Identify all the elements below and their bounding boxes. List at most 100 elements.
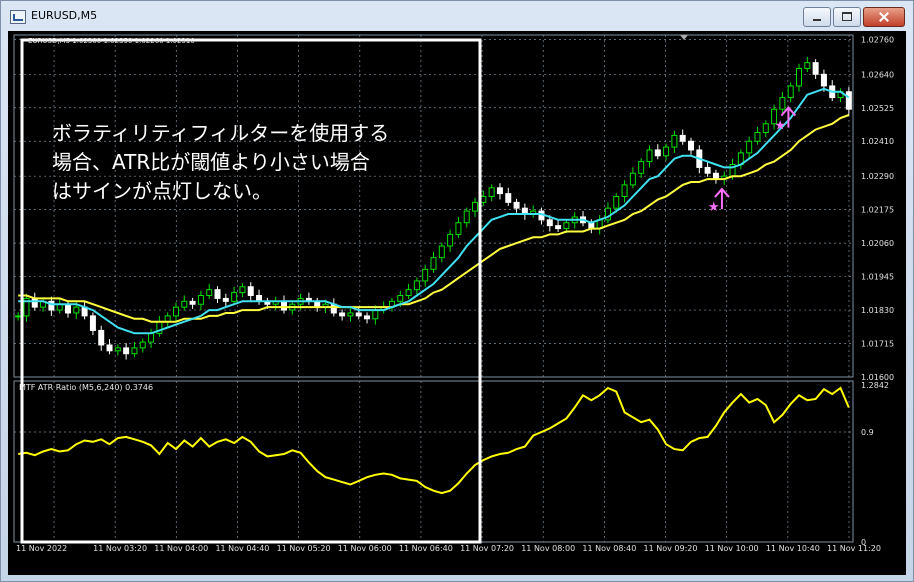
candle-body bbox=[364, 315, 371, 320]
y-tick-label: 1.02060 bbox=[861, 239, 894, 248]
candle-body bbox=[280, 300, 287, 311]
candle-body bbox=[447, 233, 454, 247]
candle-body bbox=[629, 172, 636, 186]
candle-body bbox=[679, 134, 686, 142]
x-tick-label: 11 Nov 07:20 bbox=[460, 544, 514, 553]
symbol-info-line: EURUSD,M5 1.02300 1.02350 1.02260 1.0231… bbox=[28, 37, 195, 45]
candle-body bbox=[663, 146, 670, 157]
candle-body bbox=[397, 295, 404, 302]
maximize-button[interactable] bbox=[833, 7, 861, 27]
y-tick-label: 1.02410 bbox=[861, 137, 894, 146]
price-chart[interactable]: 11 Nov 2022 11 Nov 03:20 11 Nov 04:00 11 No… bbox=[8, 31, 906, 575]
x-tick-label: 11 Nov 10:40 bbox=[766, 544, 820, 553]
candle-body bbox=[114, 347, 121, 352]
candle-body bbox=[347, 312, 354, 317]
candle-body bbox=[480, 196, 487, 203]
candle-body bbox=[555, 225, 562, 230]
x-tick-label: 11 Nov 04:00 bbox=[154, 544, 208, 553]
candle-body bbox=[688, 140, 695, 151]
candle-body bbox=[505, 193, 512, 203]
candle-body bbox=[820, 73, 827, 87]
candle-body bbox=[31, 297, 38, 308]
chart-app-icon bbox=[10, 10, 26, 24]
x-tick-label: 11 Nov 08:00 bbox=[521, 544, 575, 553]
candle-body bbox=[355, 312, 362, 317]
candle-body bbox=[438, 245, 445, 259]
candle-body bbox=[89, 315, 96, 331]
candle-body bbox=[463, 210, 470, 224]
y-tick-label: 1.02290 bbox=[861, 172, 894, 181]
sub-y-tick-label: 0.9 bbox=[861, 428, 874, 437]
x-tick-label: 11 Nov 08:40 bbox=[582, 544, 636, 553]
minimize-button[interactable] bbox=[803, 7, 831, 27]
candle-body bbox=[181, 300, 188, 308]
candle-body bbox=[231, 292, 238, 302]
candle-body bbox=[106, 344, 113, 352]
main-plot-frame bbox=[13, 34, 854, 378]
candle-body bbox=[98, 329, 105, 346]
chart-area[interactable]: 11 Nov 2022 11 Nov 03:20 11 Nov 04:00 11 No… bbox=[8, 31, 906, 575]
x-tick-label: 11 Nov 2022 bbox=[16, 544, 67, 553]
candle-body bbox=[546, 219, 553, 227]
candle-body bbox=[422, 268, 429, 282]
candle-body bbox=[455, 222, 462, 235]
candle-body bbox=[131, 347, 138, 355]
candle-body bbox=[73, 306, 80, 314]
candle-body bbox=[239, 286, 246, 294]
candle-body bbox=[654, 149, 661, 157]
star-icon: ★ bbox=[708, 200, 720, 215]
annotation-text: ボラティリティフィルターを使用する 場合、ATR比が閾値より小さい場合 はサイン… bbox=[52, 121, 390, 203]
candle-body bbox=[845, 91, 852, 110]
candle-body bbox=[148, 332, 155, 343]
close-button[interactable] bbox=[863, 7, 905, 27]
y-tick-label: 1.02640 bbox=[861, 70, 894, 79]
candle-body bbox=[430, 257, 437, 270]
x-tick-label: 11 Nov 04:40 bbox=[215, 544, 269, 553]
candle-body bbox=[339, 312, 346, 317]
y-tick-label: 1.01715 bbox=[861, 340, 894, 349]
candle-body bbox=[64, 303, 71, 314]
window-title: EURUSD,M5 bbox=[31, 9, 98, 22]
y-tick-label: 1.02760 bbox=[861, 35, 894, 44]
candle-body bbox=[372, 309, 379, 320]
candle-body bbox=[214, 289, 221, 299]
x-tick-label: 11 Nov 10:00 bbox=[705, 544, 759, 553]
atr-ratio-line bbox=[18, 386, 850, 495]
candle-body bbox=[405, 289, 412, 297]
x-tick-label: 11 Nov 03:20 bbox=[93, 544, 147, 553]
candle-body bbox=[746, 140, 753, 154]
candle-body bbox=[754, 132, 761, 142]
candle-body bbox=[206, 289, 213, 297]
candle-body bbox=[787, 85, 794, 99]
candle-body bbox=[513, 201, 520, 209]
candle-body bbox=[123, 347, 130, 355]
sub-y-tick-label: 1.2842 bbox=[861, 381, 889, 390]
candle-body bbox=[222, 297, 229, 302]
candle-body bbox=[762, 123, 769, 134]
candle-body bbox=[671, 134, 678, 148]
x-tick-label: 11 Nov 11:20 bbox=[827, 544, 881, 553]
chart-window: EURUSD,M5 11 Nov 2022 11 Nov 03:20 11 Nov … bbox=[0, 0, 914, 582]
candle-body bbox=[197, 295, 204, 305]
indicator-label: MTF ATR Ratio (M5,6,240) 0.3746 bbox=[19, 383, 154, 392]
y-tick-label: 1.02525 bbox=[861, 104, 894, 113]
candle-body bbox=[413, 280, 420, 291]
candle-body bbox=[646, 149, 653, 163]
candle-body bbox=[779, 97, 786, 110]
candle-body bbox=[172, 306, 179, 317]
x-tick-label: 11 Nov 06:40 bbox=[399, 544, 453, 553]
star-icon: ★ bbox=[774, 119, 786, 134]
x-tick-label: 11 Nov 06:00 bbox=[338, 544, 392, 553]
candle-body bbox=[15, 315, 22, 318]
y-tick-label: 1.02175 bbox=[861, 206, 894, 215]
candle-body bbox=[189, 300, 196, 305]
candle-body bbox=[496, 187, 503, 195]
x-tick-label: 11 Nov 05:20 bbox=[277, 544, 331, 553]
candle-body bbox=[488, 187, 495, 198]
candle-body bbox=[796, 67, 803, 87]
candle-body bbox=[247, 286, 254, 297]
candle-body bbox=[621, 184, 628, 198]
candle-body bbox=[804, 62, 811, 69]
title-bar[interactable]: EURUSD,M5 bbox=[1, 1, 913, 31]
shift-marker-icon bbox=[680, 35, 688, 40]
